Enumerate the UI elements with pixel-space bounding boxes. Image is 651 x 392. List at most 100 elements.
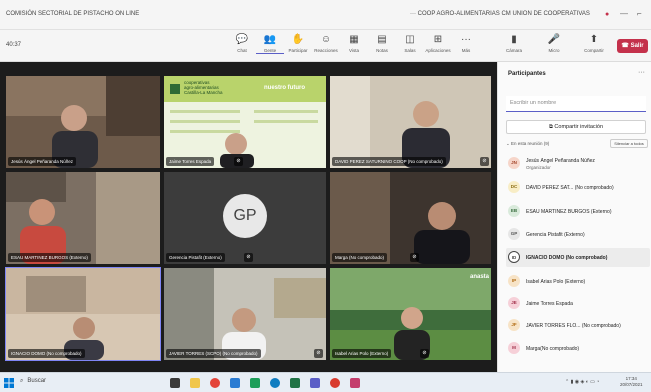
participant-video: [6, 76, 160, 168]
share-screen-button[interactable]: ⬆ Compartir: [580, 33, 608, 59]
notification-dot-icon[interactable]: ●: [605, 11, 609, 18]
mic-off-icon: ⊘: [314, 349, 323, 358]
opera-icon[interactable]: [330, 378, 340, 388]
participant-name-label: Marga (No comprobado): [332, 253, 388, 262]
notes-button[interactable]: ▤ Notas: [368, 33, 396, 59]
participant-row[interactable]: GP Gerencia Pistafit (Externo): [506, 225, 650, 244]
participant-video: [164, 268, 326, 360]
chat-button[interactable]: 💬 Chat: [228, 33, 256, 59]
participant-name: Isabel Arias Polo (Externo): [526, 279, 586, 285]
participant-name-label: Jaime Torres Espada: [166, 157, 215, 166]
in-meeting-section-header[interactable]: ⌄ En esta reunión (9): [506, 141, 549, 147]
participant-video: [330, 172, 491, 264]
video-tile[interactable]: anasta Isabel Arias Polo (Externo) ⊘: [330, 268, 491, 360]
close-window-icon[interactable]: ⌐: [637, 9, 642, 18]
chat-icon: 💬: [235, 34, 249, 45]
os-taskbar: ⌕ Buscar ⌃ ▮ ◉ ◈ ◐ ▭ ◔ 17:34 20/07/2021: [0, 372, 651, 392]
phone-icon: ☎: [621, 43, 631, 49]
participant-avatar: GP: [223, 194, 267, 238]
people-button[interactable]: 👥 Gente: [256, 33, 284, 59]
video-tile[interactable]: Marga (No comprobado) ⊘: [330, 172, 491, 264]
participant-row[interactable]: M Marga(No comprobado): [506, 339, 650, 358]
rooms-icon: ◫: [405, 34, 415, 45]
participant-row[interactable]: EB ESAU MARTINEZ BURGOS (Externo): [506, 202, 650, 221]
participant-name-label: Jesús Ángel Peñaranda Núñez: [8, 157, 77, 166]
participant-name: DAVID PEREZ SAT... (No comprobado): [526, 185, 614, 191]
video-tile[interactable]: cooperativas agro-alimentarias Castilla-…: [164, 76, 326, 168]
participant-name-label: DAVID PEREZ SATURNINO COOP (No comprobad…: [332, 157, 446, 166]
raise-hand-button[interactable]: ✋ Participar: [284, 33, 312, 59]
meeting-title: COMISIÓN SECTORIAL DE PISTACHO ON LINE: [6, 11, 140, 17]
excel-icon[interactable]: [250, 378, 260, 388]
video-tile[interactable]: IGNACIO DOMO (No comprobado): [5, 267, 161, 361]
share-invite-button[interactable]: ⧉ Compartir invitación: [506, 120, 646, 134]
video-tile[interactable]: ESAU MARTINEZ BURGOS (Externo): [6, 172, 160, 264]
video-tile[interactable]: DAVID PEREZ SATURNINO COOP (No comprobad…: [330, 76, 491, 168]
meeting-toolbar: 40:37 💬 Chat 👥 Gente ✋ Participar ☺ Reac…: [0, 30, 651, 62]
participant-video: [330, 268, 491, 360]
participant-video: [330, 76, 491, 168]
app-icon[interactable]: [350, 378, 360, 388]
leave-button[interactable]: ☎ Salir: [617, 39, 648, 53]
panel-title: Participantes: [508, 71, 546, 77]
participant-search-input[interactable]: Escribir un nombre: [506, 96, 646, 112]
view-icon: ▦: [349, 34, 359, 45]
participant-row[interactable]: JN Jesús Ángel Peñaranda Núñez Organizad…: [506, 154, 650, 173]
windows-start-icon[interactable]: [4, 378, 14, 388]
system-clock[interactable]: 17:34 20/07/2021: [620, 376, 643, 388]
camera-button[interactable]: ▮ Cámara: [500, 33, 528, 59]
search-icon: ⌕: [20, 378, 24, 384]
participant-row[interactable]: ID IGNACIO DOMO (No comprobado): [506, 248, 650, 267]
apps-button[interactable]: ⊞ Aplicaciones: [424, 33, 452, 59]
participant-name: Gerencia Pistafit (Externo): [526, 232, 585, 238]
edge-icon[interactable]: [270, 378, 280, 388]
sheets-icon[interactable]: [290, 378, 300, 388]
rooms-button[interactable]: ◫ Salas: [396, 33, 424, 59]
avatar: EB: [508, 205, 520, 217]
more-icon: ···: [461, 34, 471, 45]
share-icon: ⬆: [589, 34, 599, 45]
avatar: JF: [508, 319, 520, 331]
minimize-icon[interactable]: —: [620, 9, 628, 18]
avatar: JN: [508, 157, 520, 169]
video-tile[interactable]: JAVIER TORRES (SCPO) (No comprobado) ⊘: [164, 268, 326, 360]
avatar: IP: [508, 275, 520, 287]
participant-video: [6, 268, 160, 360]
more-button[interactable]: ··· Más: [452, 33, 480, 59]
apps-icon: ⊞: [433, 34, 443, 45]
mic-icon: 🎤: [547, 34, 561, 45]
participant-name-label: IGNACIO DOMO (No comprobado): [8, 349, 85, 358]
more-options-icon[interactable]: ···: [638, 69, 645, 76]
mic-button[interactable]: 🎤 Micro: [540, 33, 568, 59]
system-tray[interactable]: ⌃ ▮ ◉ ◈ ◐ ▭ ◔: [565, 379, 599, 385]
participant-row[interactable]: JE Jaime Torres Espada: [506, 294, 650, 313]
avatar: DC: [508, 181, 520, 193]
participant-row[interactable]: IP Isabel Arias Polo (Externo): [506, 272, 650, 291]
video-tile[interactable]: GP Gerencia Pistafit (Externo) ⊘: [164, 172, 326, 264]
participant-name-label: Isabel Arias Polo (Externo): [332, 349, 392, 358]
participant-name: Jesús Ángel Peñaranda Núñez: [526, 158, 595, 164]
task-view-icon[interactable]: [170, 378, 180, 388]
taskbar-search[interactable]: ⌕ Buscar: [20, 378, 46, 385]
title-bar: COMISIÓN SECTORIAL DE PISTACHO ON LINE ·…: [0, 0, 651, 30]
word-icon[interactable]: [230, 378, 240, 388]
mic-off-icon: ⊘: [410, 253, 419, 262]
participant-row[interactable]: JF JAVIER TORRES FLO... (No comprobado): [506, 316, 650, 335]
chrome-icon[interactable]: [210, 378, 220, 388]
participant-name-label: ESAU MARTINEZ BURGOS (Externo): [8, 253, 91, 262]
participant-role: Organizador: [526, 165, 551, 170]
participant-name: JAVIER TORRES FLO... (No comprobado): [526, 323, 621, 329]
mute-all-button[interactable]: Silenciar a todos: [610, 139, 648, 148]
video-tile[interactable]: Jesús Ángel Peñaranda Núñez: [6, 76, 160, 168]
participant-name-label: JAVIER TORRES (SCPO) (No comprobado): [166, 349, 261, 358]
participant-row[interactable]: DC DAVID PEREZ SAT... (No comprobado): [506, 178, 650, 197]
view-button[interactable]: ▦ Vista: [340, 33, 368, 59]
file-explorer-icon[interactable]: [190, 378, 200, 388]
teams-icon[interactable]: [310, 378, 320, 388]
reactions-button[interactable]: ☺ Reacciones: [312, 33, 340, 59]
mic-off-icon: ⊘: [234, 157, 243, 166]
brand-watermark: anasta: [470, 274, 490, 280]
mic-off-icon: ⊘: [420, 349, 429, 358]
participant-name: IGNACIO DOMO (No comprobado): [526, 255, 608, 261]
participant-name: Jaime Torres Espada: [526, 301, 573, 307]
